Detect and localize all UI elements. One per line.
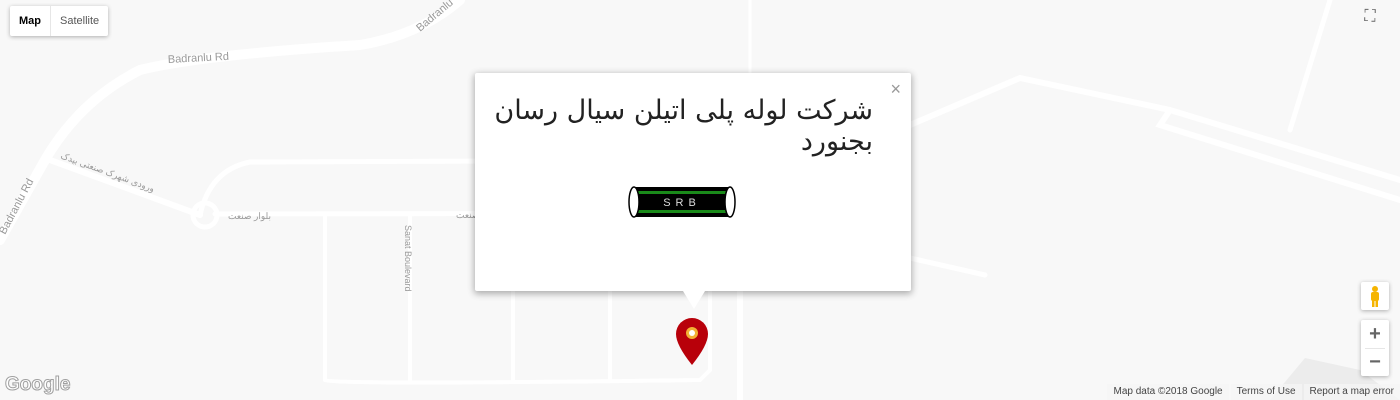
zoom-control: + − <box>1361 320 1389 376</box>
company-title: شرکت لوله پلی اتیلن سیال رسان بجنورد <box>494 95 873 157</box>
map-data-attribution: Map data ©2018 Google <box>1107 384 1229 400</box>
google-logo[interactable]: Google <box>4 374 70 396</box>
map-type-map-button[interactable]: Map <box>10 6 51 36</box>
company-logo: SRB <box>628 186 736 218</box>
road-label: بلوار صنعت <box>228 211 271 222</box>
terms-link[interactable]: Terms of Use <box>1230 384 1302 400</box>
road-label: Badranlu <box>414 0 455 34</box>
road-label: Badranlu Rd <box>0 177 36 237</box>
pegman-button[interactable] <box>1361 282 1389 310</box>
zoom-out-button[interactable]: − <box>1361 348 1389 376</box>
close-icon[interactable]: × <box>890 79 901 100</box>
map-type-control: Map Satellite <box>10 6 109 36</box>
info-window-tail <box>683 291 705 309</box>
map-type-satellite-button[interactable]: Satellite <box>51 6 108 36</box>
pegman-icon <box>1371 286 1379 307</box>
road-label: ورودی شهرک صنعتی بیدک <box>59 150 156 194</box>
svg-text:SRB: SRB <box>663 197 701 209</box>
divider <box>1365 348 1385 349</box>
report-error-link[interactable]: Report a map error <box>1303 384 1400 400</box>
road-label: Sanat Boulevard <box>403 225 413 292</box>
map-footer: Map data ©2018 Google Terms of Use Repor… <box>1105 384 1400 400</box>
road-label: Badranlu Rd <box>168 51 230 66</box>
info-window: × شرکت لوله پلی اتیلن سیال رسان بجنورد S… <box>475 73 911 309</box>
zoom-in-button[interactable]: + <box>1361 320 1389 348</box>
fullscreen-icon[interactable]: ⛶ <box>1360 8 1380 28</box>
map-pin[interactable] <box>676 318 708 365</box>
